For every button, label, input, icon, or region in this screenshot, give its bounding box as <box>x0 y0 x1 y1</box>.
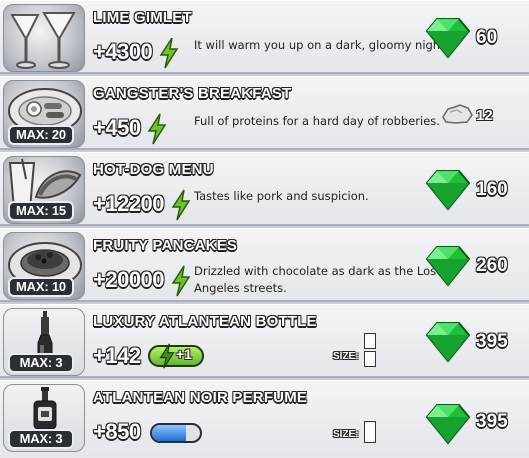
energy-progress-bar <box>150 423 202 443</box>
max-quantity-badge: MAX: 10 <box>8 277 74 297</box>
energy-bolt-icon <box>159 37 179 69</box>
item-name: FRUITY PANCAKES <box>93 237 238 254</box>
item-description: Tastes like pork and suspicion. <box>194 189 369 203</box>
size-label: SIZE: <box>333 351 359 362</box>
item-name: HOT-DOG MENU <box>93 161 214 178</box>
energy-value: +142 <box>93 343 141 368</box>
item-name: GANGSTER'S BREAKFAST <box>93 85 292 102</box>
price-value: 12 <box>476 107 493 124</box>
energy-value: +20000 <box>93 267 165 292</box>
price-value: 260 <box>476 255 508 276</box>
green-gem-icon <box>425 246 471 287</box>
green-gem-icon <box>425 404 471 445</box>
item-name: ATLANTEAN NOIR PERFUME <box>93 389 308 406</box>
size-slot <box>364 351 376 367</box>
price-value: 160 <box>476 179 508 200</box>
energy-progress-fill <box>152 425 186 441</box>
item-name: LUXURY ATLANTEAN BOTTLE <box>93 313 317 330</box>
item-description-line: Angeles streets. <box>194 281 287 295</box>
item-thumbnail: MAX: 3 <box>3 308 85 376</box>
green-gem-icon <box>425 18 471 59</box>
max-quantity-badge: MAX: 20 <box>8 125 74 145</box>
shop-item-row[interactable]: MAX: 3 LUXURY ATLANTEAN BOTTLE +142 +1 S… <box>0 304 529 378</box>
size-slot <box>364 333 376 349</box>
price-value: 60 <box>476 27 498 48</box>
price-value: 395 <box>476 331 508 352</box>
item-description: Drizzled with chocolate as dark as the L… <box>194 263 436 297</box>
max-quantity-badge: MAX: 15 <box>8 201 74 221</box>
energy-bolt-icon <box>171 265 191 297</box>
energy-value: +4300 <box>93 39 153 64</box>
item-thumbnail: MAX: 10 <box>3 232 85 300</box>
shop-item-row[interactable]: MAX: 10 FRUITY PANCAKES +20000 Drizzled … <box>0 228 529 302</box>
size-slot <box>364 421 376 443</box>
green-gem-icon <box>425 322 471 363</box>
energy-value: +850 <box>93 419 141 444</box>
energy-value: +450 <box>93 115 141 140</box>
green-gem-icon <box>425 170 471 211</box>
item-thumbnail <box>3 4 85 72</box>
item-description: Full of proteins for a hard day of robbe… <box>194 114 440 128</box>
max-quantity-badge: MAX: 3 <box>8 353 74 373</box>
price-value: 395 <box>476 411 508 432</box>
energy-bolt-icon <box>159 343 175 369</box>
shop-item-list: LIME GIMLET +4300 It will warm you up on… <box>0 0 529 458</box>
item-description-line: Drizzled with chocolate as dark as the L… <box>194 264 437 278</box>
item-thumbnail: MAX: 3 <box>3 384 85 452</box>
shop-item-row[interactable]: LIME GIMLET +4300 It will warm you up on… <box>0 0 529 74</box>
shop-item-row[interactable]: MAX: 15 HOT-DOG MENU +12200 Tastes like … <box>0 152 529 226</box>
shop-item-row[interactable]: MAX: 20 GANGSTER'S BREAKFAST +450 Full o… <box>0 76 529 150</box>
max-quantity-badge: MAX: 3 <box>8 429 74 449</box>
item-thumbnail: MAX: 15 <box>3 156 85 224</box>
item-name: LIME GIMLET <box>93 9 192 26</box>
martini-glasses-icon <box>10 12 76 69</box>
item-description: It will warm you up on a dark, gloomy ni… <box>194 38 449 52</box>
energy-bolt-icon <box>171 189 191 221</box>
energy-value: +12200 <box>93 191 165 216</box>
shop-item-row[interactable]: MAX: 3 ATLANTEAN NOIR PERFUME +850 SIZE:… <box>0 380 529 458</box>
energy-bolt-icon <box>147 113 167 145</box>
energy-bonus-value: +1 <box>176 346 192 362</box>
size-label: SIZE: <box>333 429 359 440</box>
item-thumbnail: MAX: 20 <box>3 80 85 148</box>
silver-nugget-icon <box>442 104 473 124</box>
